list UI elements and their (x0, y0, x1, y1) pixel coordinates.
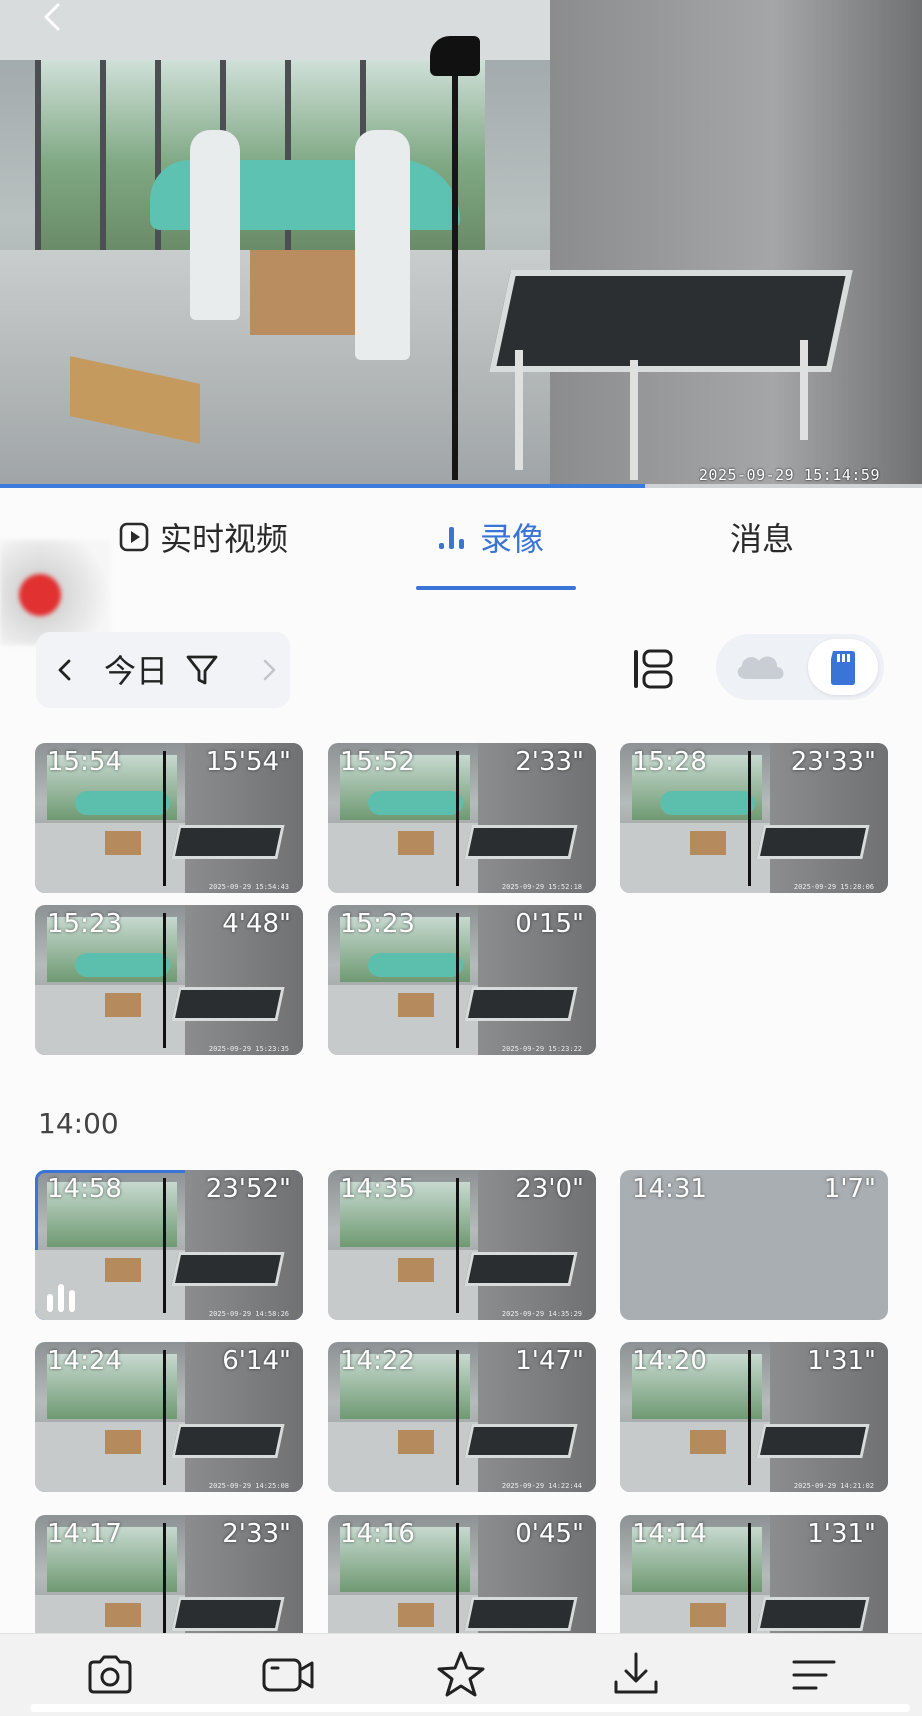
recording-clip[interactable]: 2025-09-29 15:23:22 15:23 0'15" (328, 905, 596, 1055)
layout-toggle-icon[interactable] (630, 646, 676, 692)
clip-duration: 23'0" (515, 1174, 584, 1204)
clip-stamp: 2025-09-29 14:58:26 (208, 1310, 289, 1318)
recording-clip[interactable]: 2025-09-29 14:35:29 14:35 23'0" (328, 1170, 596, 1320)
clip-start-time: 15:28 (632, 747, 707, 777)
blurred-overlay (0, 540, 110, 645)
clip-start-time: 14:31 (632, 1174, 707, 1204)
clip-start-time: 14:20 (632, 1346, 707, 1376)
tab-recordings[interactable]: 录像 (436, 512, 544, 562)
tab-label: 录像 (480, 520, 545, 558)
clip-start-time: 14:16 (340, 1519, 415, 1549)
record-video-icon[interactable] (260, 1648, 316, 1702)
recording-clip-selected[interactable]: 2025-09-29 14:58:26 14:58 23'52" (35, 1170, 303, 1320)
clip-stamp: 2025-09-29 14:22:44 (501, 1482, 582, 1490)
storage-source-toggle (716, 634, 884, 700)
tab-messages[interactable]: 消息 (730, 512, 794, 562)
now-playing-icon (43, 1282, 79, 1312)
clip-stamp: 2025-09-29 15:28:06 (793, 883, 874, 891)
recording-clip[interactable]: 14:31 1'7" (620, 1170, 888, 1320)
clip-duration: 23'33" (790, 747, 876, 777)
playback-progress-fill (0, 484, 646, 488)
clip-start-time: 15:23 (340, 909, 415, 939)
tab-label: 实时视频 (160, 520, 289, 558)
clip-start-time: 15:52 (340, 747, 415, 777)
clip-duration: 1'31" (807, 1519, 876, 1549)
recording-clip[interactable]: 2025-09-29 15:23:35 15:23 4'48" (35, 905, 303, 1055)
camera-icon[interactable] (82, 1648, 138, 1702)
recording-clip[interactable]: 2025-09-29 15:54:43 15:54 15'54" (35, 743, 303, 893)
clip-start-time: 15:54 (47, 747, 122, 777)
clip-duration: 0'45" (515, 1519, 584, 1549)
download-icon[interactable] (608, 1648, 664, 1702)
clip-duration: 0'15" (515, 909, 584, 939)
clip-stamp: 2025-09-29 14:21:02 (793, 1482, 874, 1490)
live-video-player[interactable]: 2025-09-29 15:14:59 (0, 0, 922, 488)
recording-clip[interactable]: 2025-09-29 14:25:08 14:24 6'14" (35, 1342, 303, 1492)
menu-icon[interactable] (786, 1648, 842, 1702)
date-filter-bar: 今日 (36, 632, 290, 708)
recording-clip[interactable]: 2025-09-29 15:52:18 15:52 2'33" (328, 743, 596, 893)
star-icon[interactable] (433, 1648, 489, 1702)
chevron-left-icon[interactable] (50, 652, 80, 688)
tab-live-video[interactable]: 实时视频 (118, 512, 288, 562)
filter-icon[interactable] (184, 652, 220, 688)
view-tabs: 实时视频 录像 消息 (0, 490, 922, 590)
clip-stamp: 2025-09-29 15:23:22 (501, 1045, 582, 1053)
chevron-right-icon[interactable] (254, 652, 284, 688)
clip-stamp: 2025-09-29 14:35:29 (501, 1310, 582, 1318)
clip-start-time: 14:35 (340, 1174, 415, 1204)
clip-stamp: 2025-09-29 15:54:43 (208, 883, 289, 891)
clip-stamp: 2025-09-29 15:52:18 (501, 883, 582, 891)
sd-card-icon (831, 651, 855, 685)
sd-card-option[interactable] (808, 639, 878, 695)
clip-stamp: 2025-09-29 15:23:35 (208, 1045, 289, 1053)
clip-start-time: 14:24 (47, 1346, 122, 1376)
clip-stamp: 2025-09-29 14:25:08 (208, 1482, 289, 1490)
tab-label: 消息 (730, 520, 795, 558)
clip-start-time: 14:22 (340, 1346, 415, 1376)
playback-progress[interactable] (0, 484, 922, 488)
recording-clip[interactable]: 2025-09-29 14:21:02 14:20 1'31" (620, 1342, 888, 1492)
hour-section-label: 14:00 (38, 1107, 119, 1140)
clip-duration: 4'48" (222, 909, 291, 939)
clip-duration: 15'54" (205, 747, 291, 777)
play-icon (119, 522, 149, 552)
clip-start-time: 14:58 (47, 1174, 122, 1204)
clip-duration: 6'14" (222, 1346, 291, 1376)
video-timestamp: 2025-09-29 15:14:59 (698, 466, 880, 484)
clip-duration: 1'31" (807, 1346, 876, 1376)
back-arrow-icon[interactable] (38, 2, 68, 32)
date-label[interactable]: 今日 (104, 646, 168, 692)
cloud-icon[interactable] (728, 645, 794, 689)
clip-duration: 2'33" (222, 1519, 291, 1549)
home-indicator (30, 1704, 910, 1712)
clip-duration: 2'33" (515, 747, 584, 777)
clip-duration: 1'7" (823, 1174, 876, 1204)
recording-clip[interactable]: 2025-09-29 15:28:06 15:28 23'33" (620, 743, 888, 893)
recording-clip[interactable]: 2025-09-29 14:22:44 14:22 1'47" (328, 1342, 596, 1492)
clip-duration: 1'47" (515, 1346, 584, 1376)
active-tab-indicator (416, 586, 576, 590)
clip-start-time: 14:14 (632, 1519, 707, 1549)
bars-icon (439, 527, 464, 549)
clip-start-time: 14:17 (47, 1519, 122, 1549)
clip-start-time: 15:23 (47, 909, 122, 939)
clip-duration: 23'52" (205, 1174, 291, 1204)
